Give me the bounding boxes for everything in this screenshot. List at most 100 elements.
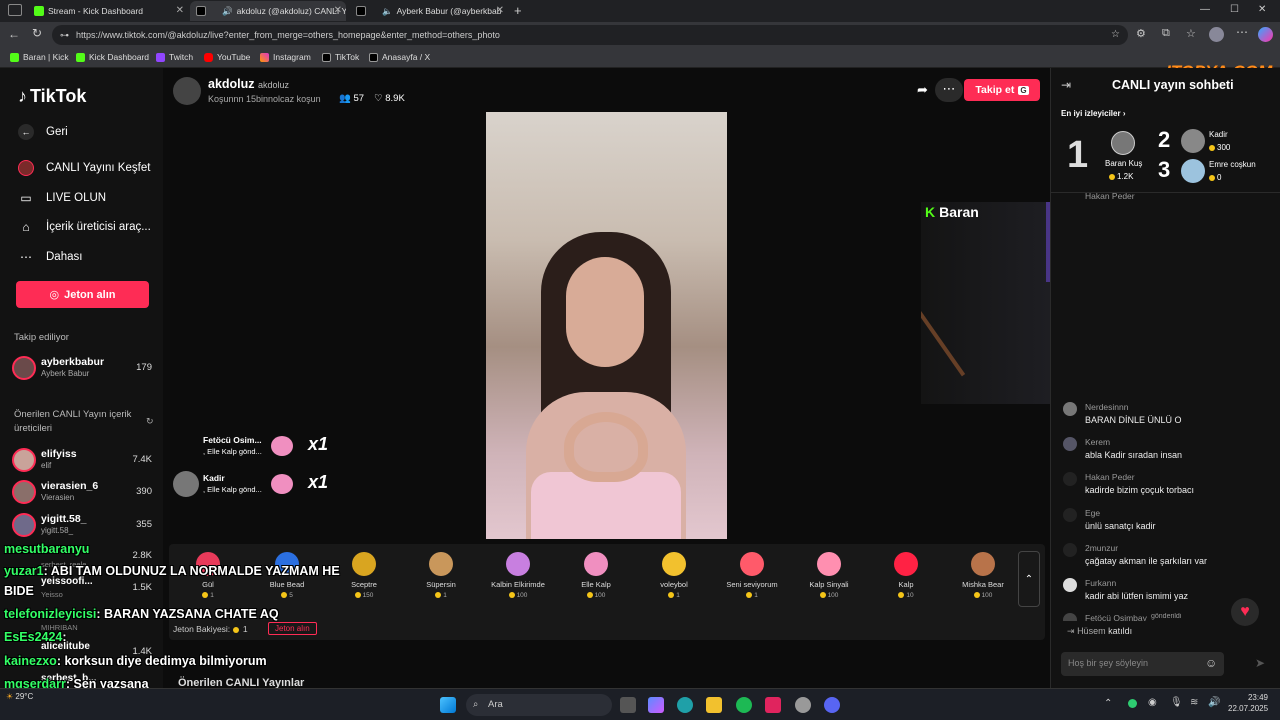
avatar[interactable] <box>1181 129 1205 153</box>
copilot-icon[interactable] <box>1258 27 1273 42</box>
gift-cost: 100 <box>488 592 548 599</box>
gift-item[interactable]: Kalp Sinyali 100 <box>799 552 859 599</box>
suggested-item[interactable]: yigitt.58_ yigitt.58_ 355 <box>12 511 158 539</box>
suggested-item[interactable]: elifyiss elif 7.4K <box>12 446 158 474</box>
chat-message[interactable]: Ege ünlü sanatçı kadir <box>1063 508 1273 538</box>
gift-item[interactable]: Kalbin Elkirimde 100 <box>488 552 548 599</box>
nav-creator-tools[interactable]: ⌂ İçerik üreticisi araç... <box>18 219 150 235</box>
split-icon[interactable]: ⧉ <box>1162 27 1170 40</box>
bookmark-tiktok[interactable]: TikTok <box>322 52 359 62</box>
windows-start-icon[interactable] <box>440 697 456 713</box>
chat-message[interactable]: Hakan Peder kadirde bizim çoçuk torbacı <box>1063 472 1273 502</box>
live-video[interactable] <box>486 112 727 539</box>
extensions-icon[interactable]: ⚙ <box>1136 27 1146 40</box>
twitch-icon <box>156 52 165 62</box>
close-icon[interactable]: ✕ <box>176 5 184 16</box>
bookmark-instagram[interactable]: Instagram <box>260 52 311 62</box>
chat-message[interactable]: Furkann kadir abi lütfen ismimi yaz <box>1063 578 1273 608</box>
bookmark-youtube[interactable]: YouTube <box>204 52 250 62</box>
favorites-icon[interactable]: ☆ <box>1186 27 1196 40</box>
bookmark-baran-kick[interactable]: Baran | Kick <box>10 52 69 62</box>
host-name[interactable]: akdoluz akdoluz <box>208 77 289 91</box>
gift-item[interactable]: Mishka Bear 100 <box>953 552 1013 599</box>
share-icon[interactable]: ➦ <box>917 82 928 98</box>
gift-item[interactable]: Kalp 10 <box>876 552 936 599</box>
app-icon[interactable] <box>765 697 781 713</box>
chat-message[interactable]: Nerdesinnn BARAN DİNLE ÜNLÜ O <box>1063 402 1273 432</box>
refresh-icon[interactable]: ↻ <box>146 416 154 427</box>
collapse-chat-icon[interactable]: ⇥ <box>1061 78 1071 92</box>
clock[interactable]: 23:49 22.07.2025 <box>1228 693 1268 713</box>
star-icon[interactable]: ☆ <box>1111 25 1120 45</box>
balance-get-coins-button[interactable]: Jeton alın <box>268 622 317 635</box>
discord-icon[interactable] <box>824 697 840 713</box>
network-icon[interactable]: ◉ <box>1148 697 1157 708</box>
bookmarks-bar: Baran | Kick Kick Dashboard Twitch YouTu… <box>0 48 1280 68</box>
close-window-button[interactable]: ✕ <box>1258 4 1266 15</box>
bookmark-twitch[interactable]: Twitch <box>156 52 193 62</box>
nav-explore-live[interactable]: CANLI Yayını Keşfet <box>18 160 150 176</box>
close-icon[interactable]: ✕ <box>334 5 342 16</box>
profile-avatar[interactable] <box>1209 27 1224 42</box>
chat-text: BARAN DİNLE ÜNLÜ O <box>1085 415 1182 425</box>
new-tab-button[interactable]: + <box>514 3 522 18</box>
chevron-up-icon[interactable]: ⌃ <box>1018 551 1040 607</box>
nav-go-live[interactable]: ▭ LIVE OLUN <box>18 190 106 206</box>
maximize-button[interactable]: ☐ <box>1230 4 1239 15</box>
close-icon[interactable]: ✕ <box>496 5 504 16</box>
gift-item[interactable]: Seni seviyorum 1 <box>722 552 782 599</box>
heart-hands-gift-icon <box>271 474 293 494</box>
gift-item[interactable]: Elle Kalp 100 <box>566 552 626 599</box>
stream-title: Koşunnn 15binnolcaz koşun <box>208 94 321 104</box>
following-item[interactable]: ayberkbabur Ayberk Babur 179 <box>12 354 158 382</box>
more-options-button[interactable]: ⋯ <box>935 78 963 102</box>
tab-tiktok-live[interactable]: 🔊 akdoluz (@akdoluz) CANLI Y ✕ <box>190 1 346 21</box>
top-viewers-link[interactable]: En iyi izleyiciler › <box>1061 109 1125 118</box>
file-explorer-icon[interactable] <box>706 697 722 713</box>
weather[interactable]: ☀ 29°C <box>6 692 33 701</box>
chat-input[interactable]: Hoş bir şey söyleyin ☺ <box>1061 652 1224 676</box>
bookmark-kick-dashboard[interactable]: Kick Dashboard <box>76 52 149 62</box>
gift-item[interactable]: Süpersin 1 <box>411 552 471 599</box>
steam-icon[interactable] <box>795 697 811 713</box>
gift-item[interactable]: Sceptre 150 <box>334 552 394 599</box>
more-icon[interactable]: ⋯ <box>1236 25 1248 39</box>
spotify-icon[interactable] <box>736 697 752 713</box>
send-icon[interactable]: ➤ <box>1255 656 1265 670</box>
status-icon[interactable] <box>1128 699 1137 708</box>
chat-message[interactable]: 2munzur çağatay akman ile şarkıları var <box>1063 543 1273 573</box>
copilot-app-icon[interactable] <box>648 697 664 713</box>
tab-actions-icon[interactable] <box>8 4 22 16</box>
task-view-icon[interactable] <box>620 697 636 713</box>
follow-button[interactable]: Takip et G <box>964 79 1040 101</box>
chat-message[interactable]: Kerem abla Kadir sıradan insan <box>1063 437 1273 467</box>
chat-message[interactable]: Fetöcü Osimbay gönderildi <box>1063 613 1273 621</box>
nav-back[interactable]: ← Geri <box>18 124 68 140</box>
edge-icon[interactable] <box>677 697 693 713</box>
tab-kick-dashboard[interactable]: Stream - Kick Dashboard ✕ <box>28 1 188 21</box>
suggested-item[interactable]: vierasien_6 Vierasien 390 <box>12 478 158 506</box>
emoji-icon[interactable]: ☺ <box>1205 656 1217 670</box>
avatar[interactable] <box>1181 159 1205 183</box>
wifi-icon[interactable]: ≋ <box>1190 697 1198 708</box>
avatar[interactable] <box>1111 131 1135 155</box>
host-avatar[interactable] <box>173 77 201 105</box>
chevron-up-icon[interactable]: ⌃ <box>1104 698 1112 709</box>
tiktok-logo[interactable]: ♪ TikTok <box>18 86 86 107</box>
nav-more[interactable]: ⋯ Dahası <box>18 249 82 265</box>
reload-icon[interactable]: ↻ <box>32 26 42 40</box>
kick-icon <box>10 52 19 62</box>
avatar <box>1063 437 1077 451</box>
volume-icon[interactable]: 🔊 <box>1208 697 1220 708</box>
tab-ayberk[interactable]: 🔈 Ayberk Babur (@ayberkbab ✕ <box>350 1 508 21</box>
microphone-icon[interactable]: 🎙 <box>1170 697 1183 708</box>
back-icon[interactable]: ← <box>8 27 20 41</box>
site-info-icon[interactable]: ⊶ <box>60 25 69 45</box>
gift-item[interactable]: voleybol 1 <box>644 552 704 599</box>
url-field[interactable]: ⊶ https://www.tiktok.com/@akdoluz/live?e… <box>52 25 1128 45</box>
taskbar-search[interactable]: ⌕ Ara <box>466 694 612 716</box>
bookmark-x[interactable]: Anasayfa / X <box>369 52 430 62</box>
chat-text: kadirde bizim çoçuk torbacı <box>1085 485 1195 495</box>
get-coins-button[interactable]: ◎ Jeton alın <box>16 281 149 308</box>
minimize-button[interactable]: — <box>1200 4 1210 15</box>
